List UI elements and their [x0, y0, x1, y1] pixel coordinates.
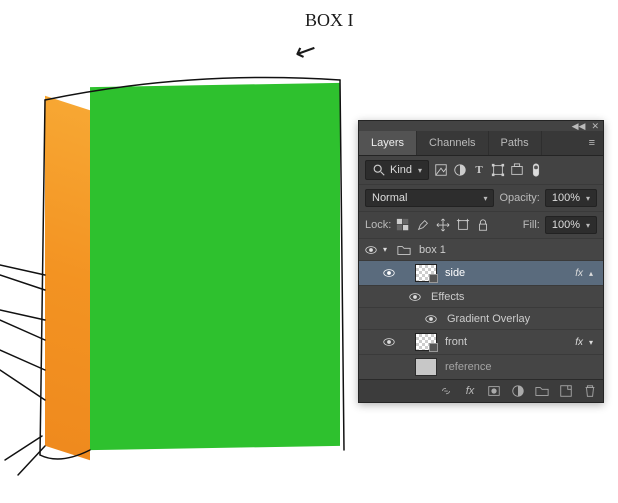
box-side-face [45, 96, 90, 461]
lock-brush-icon[interactable] [416, 218, 430, 232]
layer-reference[interactable]: ▾ reference [359, 355, 603, 379]
chevron-down-icon: ▾ [483, 194, 487, 203]
lock-move-icon[interactable] [436, 218, 450, 232]
effect-name: Gradient Overlay [443, 313, 599, 325]
lock-all-icon[interactable] [476, 218, 490, 232]
box-front-face [90, 83, 340, 450]
panel-tabs: Layers Channels Paths ≡ [359, 131, 603, 156]
layer-thumbnail [415, 333, 437, 351]
filter-kind-label: Kind [390, 164, 412, 176]
link-icon[interactable] [439, 384, 453, 398]
fx-twisty-icon[interactable]: ▾ [589, 338, 599, 347]
visibility-toggle[interactable] [423, 313, 439, 325]
lock-artboard-icon[interactable] [456, 218, 470, 232]
blend-mode-value: Normal [372, 192, 407, 204]
layers-panel: ◀◀ ✕ Layers Channels Paths ≡ Kind ▾ T [358, 120, 604, 403]
fx-icon[interactable]: fx [463, 384, 477, 398]
panel-menu-icon[interactable]: ≡ [581, 131, 603, 155]
filter-type-icon[interactable]: T [472, 163, 486, 177]
chevron-down-icon: ▾ [418, 166, 422, 175]
filter-row: Kind ▾ T [359, 156, 603, 185]
chevron-down-icon: ▾ [586, 194, 590, 203]
layer-thumbnail [415, 264, 437, 282]
layer-group-box1[interactable]: ▾ box 1 [359, 239, 603, 261]
visibility-toggle[interactable] [381, 267, 397, 279]
filter-shape-icon[interactable] [491, 163, 505, 177]
blend-row: Normal ▾ Opacity: 100% ▾ [359, 185, 603, 212]
visibility-toggle[interactable] [381, 336, 397, 348]
blend-mode-select[interactable]: Normal ▾ [365, 189, 494, 207]
layer-name: front [441, 336, 571, 348]
panel-footer: fx [359, 379, 603, 402]
layer-effect-gradient-overlay[interactable]: Gradient Overlay [359, 308, 603, 330]
fx-twisty-icon[interactable]: ▴ [589, 269, 599, 278]
effects-label: Effects [427, 291, 599, 303]
layer-name: box 1 [415, 244, 599, 256]
layer-thumbnail [415, 358, 437, 376]
annotation-label: BOX I [305, 10, 354, 31]
search-icon [372, 163, 386, 177]
layers-list: ▾ box 1 ▾ side fx ▴ Effects Gradient Ove… [359, 239, 603, 379]
fx-badge: fx [575, 268, 585, 279]
lock-label: Lock: [365, 219, 391, 231]
filter-smart-icon[interactable] [510, 163, 524, 177]
filter-pixel-icon[interactable] [434, 163, 448, 177]
fill-value: 100% [552, 219, 580, 231]
filter-toggle-icon[interactable] [529, 163, 543, 177]
layer-effects[interactable]: Effects [359, 286, 603, 308]
tab-layers[interactable]: Layers [359, 131, 417, 155]
fx-badge: fx [575, 337, 585, 348]
layer-name: side [441, 267, 571, 279]
layer-side[interactable]: ▾ side fx ▴ [359, 261, 603, 286]
new-group-icon[interactable] [535, 384, 549, 398]
lock-row: Lock: Fill: 100% ▾ [359, 212, 603, 239]
close-icon[interactable]: ✕ [591, 121, 599, 132]
fill-select[interactable]: 100% ▾ [545, 216, 597, 234]
panel-header: ◀◀ ✕ [359, 121, 603, 131]
opacity-label: Opacity: [499, 192, 539, 204]
layer-name: reference [441, 361, 599, 373]
filter-kind-select[interactable]: Kind ▾ [365, 160, 429, 180]
adjustment-icon[interactable] [511, 384, 525, 398]
lock-transparency-icon[interactable] [396, 218, 410, 232]
fill-label: Fill: [523, 219, 540, 231]
annotation-arrow-icon: ↙ [289, 32, 322, 69]
tab-paths[interactable]: Paths [489, 131, 542, 155]
opacity-value: 100% [552, 192, 580, 204]
opacity-select[interactable]: 100% ▾ [545, 189, 597, 207]
chevron-down-icon: ▾ [586, 221, 590, 230]
new-layer-icon[interactable] [559, 384, 573, 398]
mask-icon[interactable] [487, 384, 501, 398]
visibility-toggle[interactable] [363, 244, 379, 256]
trash-icon[interactable] [583, 384, 597, 398]
twisty-icon[interactable]: ▾ [383, 245, 393, 254]
layer-front[interactable]: ▾ front fx ▾ [359, 330, 603, 355]
folder-icon [397, 243, 411, 257]
filter-adjust-icon[interactable] [453, 163, 467, 177]
collapse-icon[interactable]: ◀◀ [572, 121, 586, 132]
tab-channels[interactable]: Channels [417, 131, 488, 155]
visibility-toggle[interactable] [407, 291, 423, 303]
